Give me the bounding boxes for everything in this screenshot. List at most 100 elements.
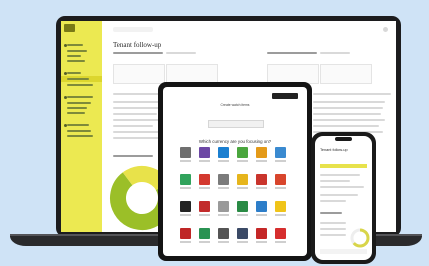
phone-line [320,212,342,214]
stat-card[interactable] [166,64,218,84]
currency-tile-label [256,160,267,162]
currency-tile[interactable] [218,174,229,185]
currency-tile[interactable] [256,201,267,212]
currency-tile-label [275,214,286,216]
sidebar-item[interactable] [67,44,83,46]
summary-line [166,52,196,54]
sidebar-item[interactable] [67,60,85,62]
phone-line [320,186,364,188]
phone-line [320,222,346,224]
table-row [113,137,159,139]
currency-tile[interactable] [256,174,267,185]
sidebar-item[interactable] [67,112,85,114]
currency-tile[interactable] [237,201,248,212]
sidebar-item[interactable] [67,78,89,80]
sidebar-item[interactable] [67,55,81,57]
table-divider [313,93,391,95]
currency-tile[interactable] [218,228,229,239]
table-row [113,101,163,103]
tablet-primary-button[interactable] [272,93,298,99]
phone-line [320,180,350,182]
page-title: Tenant follow-up [113,41,162,49]
app-logo [64,24,75,32]
currency-tile-label [180,241,191,243]
sidebar-item[interactable] [67,72,81,74]
tablet-input[interactable] [208,120,264,128]
currency-tile[interactable] [180,228,191,239]
currency-tile[interactable] [256,147,267,158]
currency-tile[interactable] [237,228,248,239]
phone-line [320,234,346,236]
sidebar-item[interactable] [67,102,91,104]
currency-tile[interactable] [199,228,210,239]
currency-tile-label [275,160,286,162]
currency-tile-label [180,187,191,189]
section-heading-line [113,155,153,157]
currency-tile[interactable] [275,147,286,158]
summary-line [113,52,163,54]
phone-line [320,228,346,230]
sidebar-item[interactable] [67,84,93,86]
currency-tile[interactable] [199,201,210,212]
user-avatar[interactable] [383,27,388,32]
sidebar-item[interactable] [67,96,93,98]
sidebar-item[interactable] [67,124,89,126]
currency-tile[interactable] [180,201,191,212]
sidebar-item[interactable] [67,50,87,52]
currency-tile[interactable] [256,228,267,239]
currency-tile-label [218,187,229,189]
sidebar [61,21,102,232]
phone-line [320,194,358,196]
currency-tile-label [275,241,286,243]
currency-tile[interactable] [275,228,286,239]
currency-tile[interactable] [199,174,210,185]
currency-tile[interactable] [237,174,248,185]
sidebar-item[interactable] [67,107,87,109]
phone-progress-ring [350,228,370,248]
currency-tile-label [199,214,210,216]
currency-tile-label [275,187,286,189]
currency-tile[interactable] [180,147,191,158]
currency-tile-label [237,214,248,216]
currency-tile-label [237,241,248,243]
tablet-question: Which currency are you focusing on? [198,139,272,144]
table-row [313,113,381,115]
currency-tile[interactable] [218,147,229,158]
phone-tab-bar[interactable] [320,249,367,254]
currency-tile-label [256,214,267,216]
stat-card[interactable] [267,64,319,84]
table-row [113,125,153,127]
currency-tile[interactable] [275,174,286,185]
tablet-screen: Create watch items Which currency are yo… [163,87,307,256]
search-input[interactable] [113,27,153,32]
phone-line [320,174,360,176]
phone-line [320,200,346,202]
currency-tile-label [199,187,210,189]
currency-tile[interactable] [275,201,286,212]
tablet-title: Create watch items [220,103,250,107]
currency-tile-label [199,241,210,243]
currency-tile-label [237,187,248,189]
currency-tile[interactable] [237,147,248,158]
table-row [313,101,385,103]
sidebar-item[interactable] [67,135,93,137]
currency-tile[interactable] [218,201,229,212]
currency-tile-label [237,160,248,162]
table-row [113,113,157,115]
table-row [313,119,385,121]
phone-notch [335,137,352,141]
currency-tile[interactable] [180,174,191,185]
currency-tile-label [218,160,229,162]
table-row [313,125,379,127]
summary-line [320,52,350,54]
currency-tile[interactable] [199,147,210,158]
phone-title: Tenant follow-up [320,148,348,152]
phone-screen: Tenant follow-up [315,136,372,260]
sidebar-item[interactable] [67,130,91,132]
stat-card[interactable] [320,64,372,84]
currency-tile-label [256,187,267,189]
currency-tile-label [218,214,229,216]
currency-tile-label [256,241,267,243]
stat-card[interactable] [113,64,165,84]
phone-highlight-bar [320,164,367,168]
